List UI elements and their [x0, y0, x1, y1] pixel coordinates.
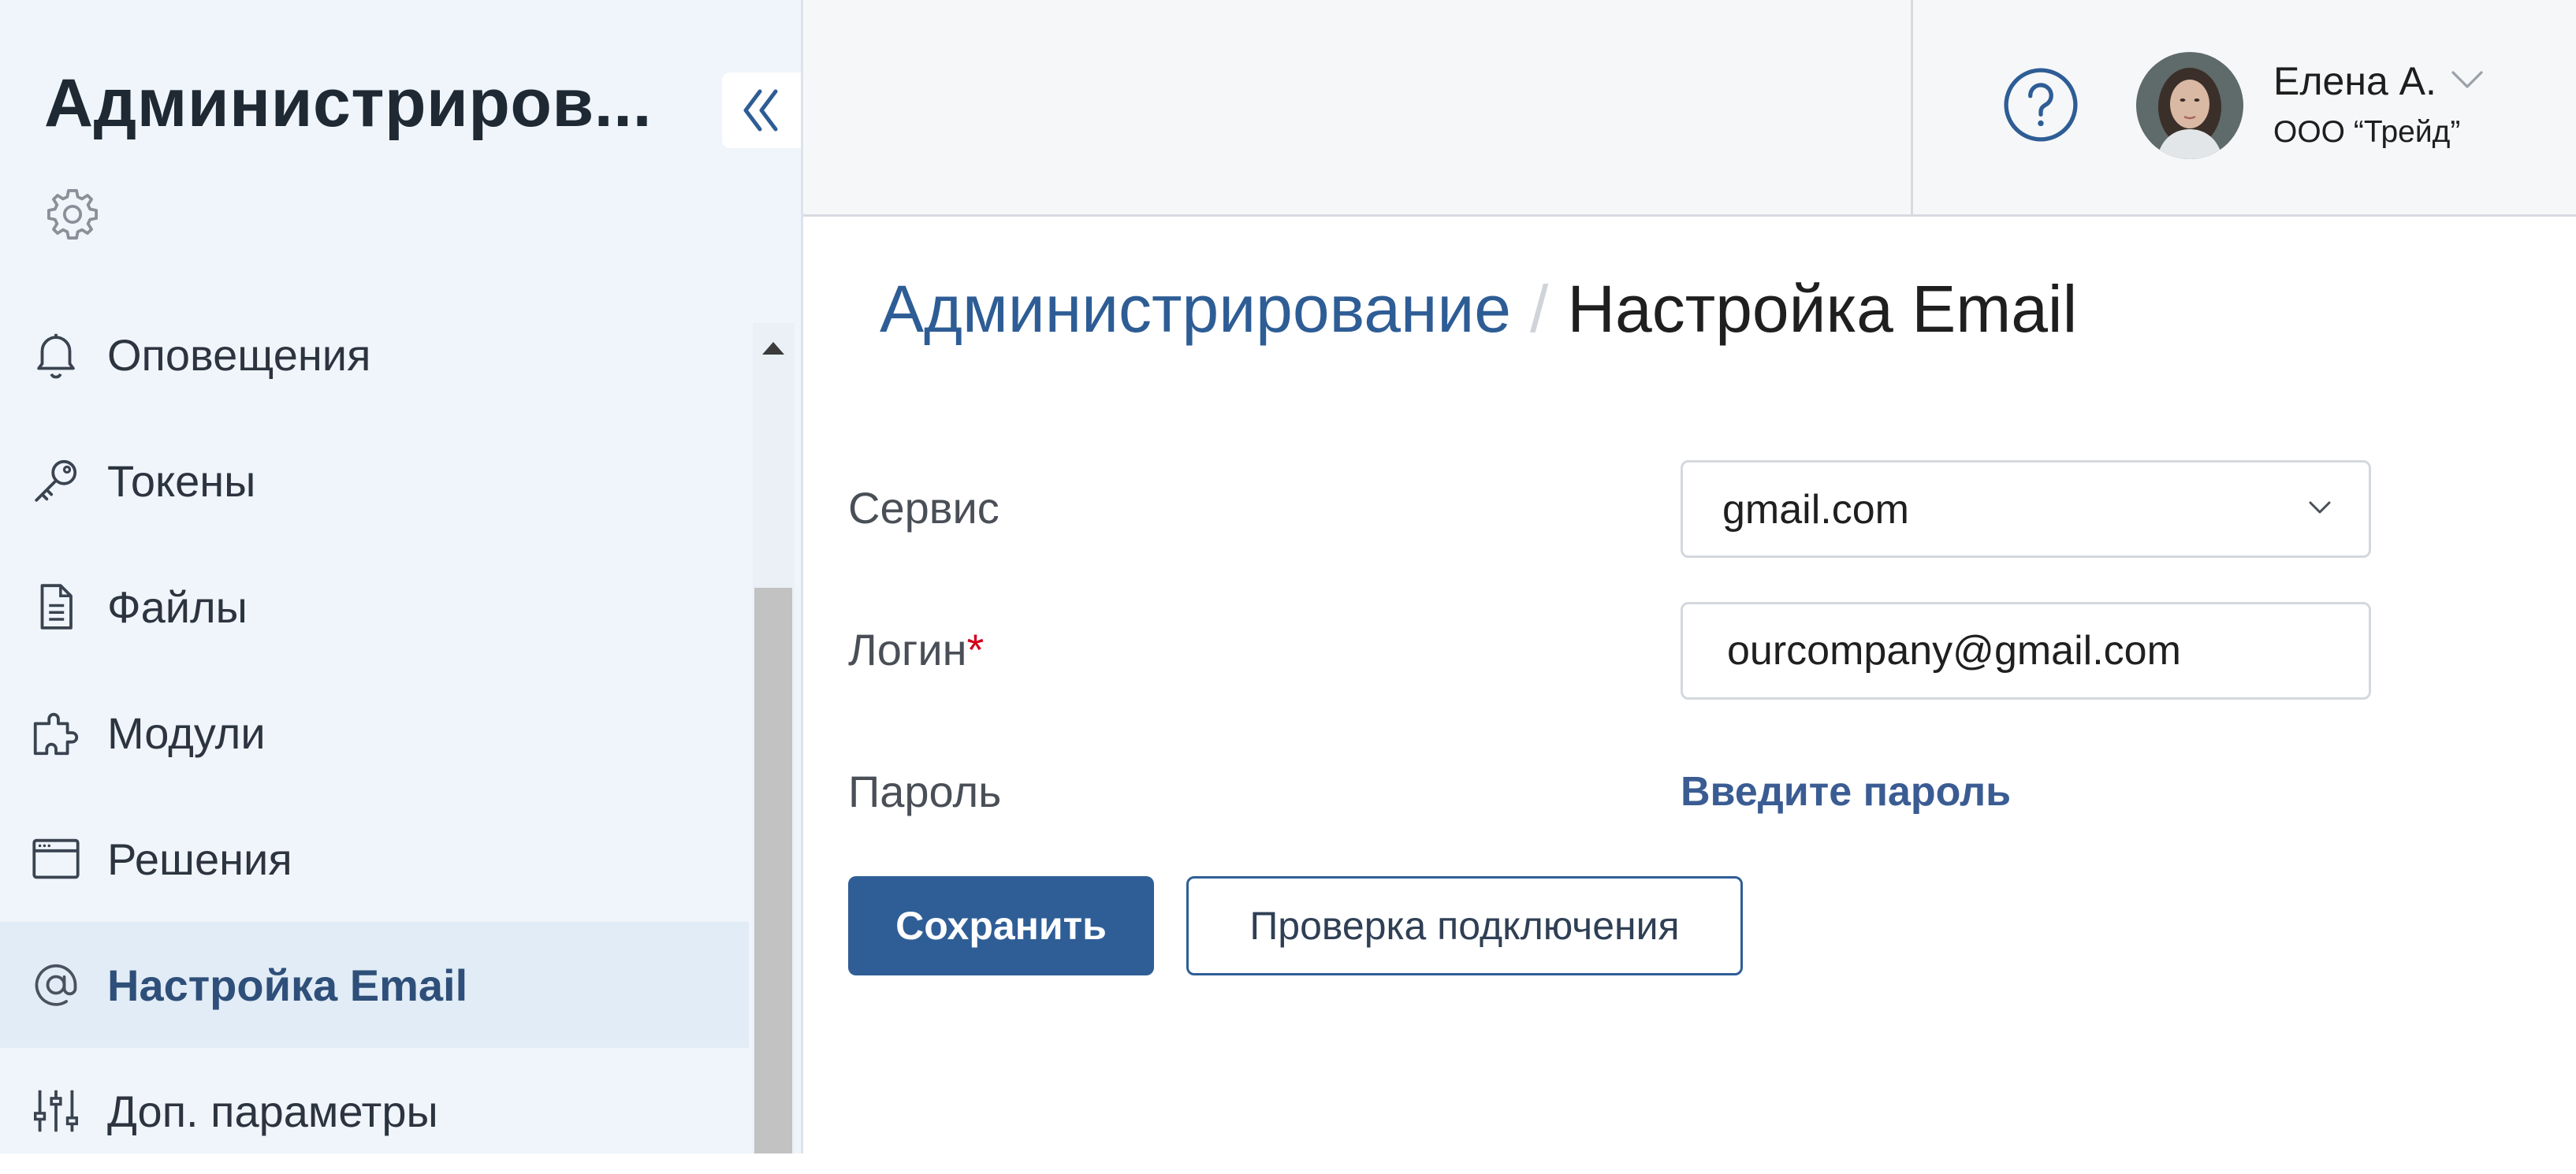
sidebar-item-label: Доп. параметры [107, 1086, 438, 1136]
sidebar-item-extra-params[interactable]: Доп. параметры [0, 1048, 749, 1174]
sidebar: Администриров... Оповещения Токены Файлы… [0, 0, 803, 1154]
scroll-up-arrow-icon[interactable] [762, 342, 784, 355]
service-select[interactable]: gmail.com [1681, 460, 2371, 558]
page-title: Настройка Email [1567, 272, 2078, 346]
login-label-text: Логин [848, 625, 967, 674]
header-divider [1911, 0, 1913, 214]
window-icon [32, 838, 80, 879]
chevron-down-icon [2309, 501, 2331, 514]
sidebar-title: Администриров... [44, 65, 652, 141]
sidebar-item-label: Токены [107, 455, 256, 506]
bell-icon [37, 333, 75, 379]
sidebar-item-label: Оповещения [107, 329, 371, 380]
chevron-down-icon[interactable] [2450, 68, 2485, 91]
collapse-sidebar-button[interactable] [722, 72, 801, 148]
file-icon [40, 584, 73, 630]
login-label: Логин* [848, 624, 984, 675]
avatar-image [2136, 52, 2243, 159]
save-button[interactable]: Сохранить [848, 876, 1154, 975]
sidebar-item-modules[interactable]: Модули [0, 670, 749, 796]
sidebar-item-label: Решения [107, 834, 292, 884]
sidebar-item-notifications[interactable]: Оповещения [0, 292, 749, 418]
breadcrumb: Администрирование / Настройка Email [880, 271, 2077, 347]
breadcrumb-separator: / [1530, 272, 1549, 346]
double-chevron-left-icon [743, 89, 778, 132]
key-icon [35, 459, 77, 502]
sidebar-item-tokens[interactable]: Токены [0, 418, 749, 544]
sidebar-item-label: Модули [107, 708, 266, 758]
sidebar-scroll-thumb[interactable] [754, 588, 792, 1154]
service-label: Сервис [848, 483, 1000, 533]
at-icon [35, 964, 77, 1006]
sidebar-item-files[interactable]: Файлы [0, 544, 749, 670]
sliders-icon [33, 1090, 78, 1132]
sidebar-item-label: Файлы [107, 581, 248, 632]
puzzle-icon [33, 712, 79, 756]
required-asterisk: * [966, 625, 985, 674]
sidebar-item-email-settings[interactable]: Настройка Email [0, 922, 749, 1048]
user-organization: ООО “Трейд” [2273, 115, 2461, 149]
enter-password-link[interactable]: Введите пароль [1681, 768, 2011, 815]
help-icon[interactable] [2002, 66, 2079, 143]
service-select-value: gmail.com [1722, 487, 1909, 533]
top-header [803, 0, 2576, 217]
breadcrumb-parent-link[interactable]: Администрирование [880, 272, 1511, 346]
user-name[interactable]: Елена А. [2273, 58, 2436, 104]
password-label: Пароль [848, 767, 1002, 816]
sidebar-item-solutions[interactable]: Решения [0, 796, 749, 922]
sidebar-menu: Оповещения Токены Файлы Модули Решения Н… [0, 292, 749, 1174]
check-connection-button[interactable]: Проверка подключения [1186, 876, 1743, 975]
gear-icon[interactable] [43, 184, 102, 244]
user-avatar[interactable] [2136, 52, 2243, 159]
login-input[interactable] [1681, 602, 2371, 700]
sidebar-item-label: Настройка Email [107, 960, 468, 1010]
